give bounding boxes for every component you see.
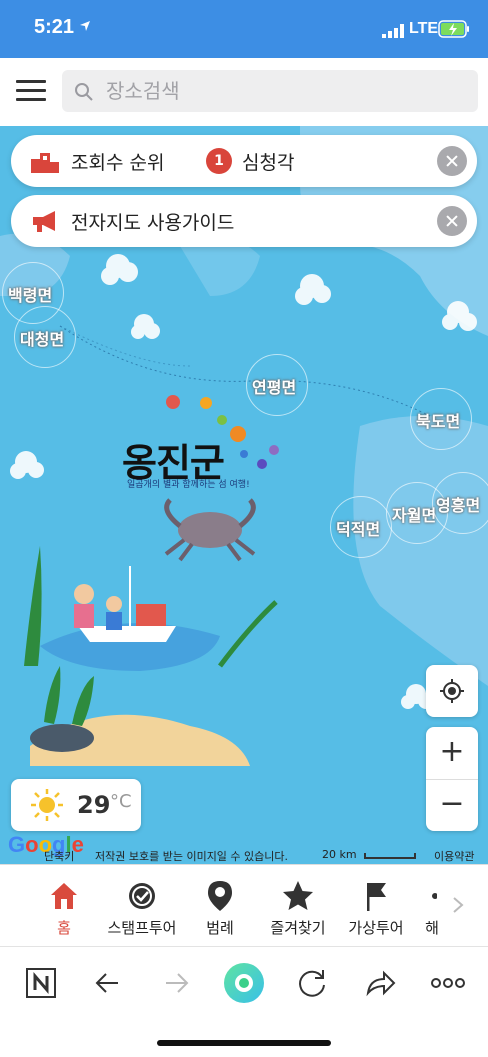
tab-label: 해 — [425, 919, 439, 937]
place-yeongheung[interactable]: 영흥면 — [436, 492, 480, 516]
map-view[interactable]: 조회수 순위 1 심청각 전자지도 사용가이드 백령면 대청면 연평면 북도면 … — [0, 126, 488, 864]
map-pin-icon — [208, 881, 232, 911]
scale-label: 20 km — [322, 848, 357, 861]
search-input[interactable] — [106, 76, 466, 106]
location-arrow-icon — [80, 21, 90, 31]
weather-widget[interactable]: 29 °C — [11, 779, 141, 831]
tab-label: 범례 — [206, 919, 234, 937]
star-icon — [283, 881, 313, 910]
search-header — [0, 58, 488, 126]
status-bar: 5:21 LTE — [0, 0, 488, 58]
close-guide-button[interactable] — [437, 206, 467, 236]
copyright-notice: 저작권 보호를 받는 이미지일 수 있습니다. — [95, 850, 289, 863]
place-daecheong[interactable]: 대청면 — [20, 326, 64, 350]
place-bukdo[interactable]: 북도면 — [416, 408, 460, 432]
temperature-value: 29 — [77, 791, 111, 819]
chevron-right-icon[interactable] — [448, 895, 468, 915]
signal-bars-icon — [382, 24, 404, 38]
home-icon — [51, 883, 77, 909]
battery-charging-icon — [438, 20, 469, 38]
terms-link[interactable]: 이용약관 — [434, 848, 474, 864]
n-logo-icon[interactable] — [22, 963, 62, 1003]
tab-label: 즐겨찾기 — [270, 919, 326, 937]
refresh-icon[interactable] — [292, 963, 332, 1003]
zoom-out-button[interactable]: − — [426, 779, 478, 831]
temperature-unit: °C — [110, 791, 132, 812]
tab-virtual-tour[interactable]: 가상투어 — [336, 879, 416, 938]
place-yeonpyeong[interactable]: 연평면 — [252, 374, 296, 398]
megaphone-icon — [33, 211, 55, 232]
guide-label: 전자지도 사용가이드 — [71, 212, 235, 234]
tab-label: 가상투어 — [348, 919, 404, 937]
tab-label: 홈 — [57, 919, 71, 937]
podium-ranking-icon — [31, 153, 59, 173]
county-subtitle: 일곱개의 별과 함께하는 섬 여행! — [127, 480, 250, 490]
stamp-badge-icon — [129, 883, 155, 909]
scale-bar — [364, 853, 416, 859]
tab-partial[interactable]: 해 — [412, 879, 452, 938]
ranked-place-name[interactable]: 심청각 — [242, 148, 294, 175]
flag-icon — [367, 883, 386, 911]
place-jawol[interactable]: 자월면 — [392, 502, 436, 526]
more-icon[interactable] — [428, 963, 468, 1003]
crosshair-location-icon — [440, 679, 464, 703]
share-icon[interactable] — [360, 963, 400, 1003]
zoom-in-button[interactable]: + — [426, 727, 478, 779]
guide-banner[interactable]: 전자지도 사용가이드 — [11, 195, 477, 247]
status-time: 5:21 — [34, 16, 75, 38]
place-baengnyeong[interactable]: 백령면 — [8, 282, 52, 306]
tab-home[interactable]: 홈 — [24, 879, 104, 938]
back-icon[interactable] — [88, 963, 128, 1003]
tab-legend[interactable]: 범례 — [180, 879, 260, 938]
home-indicator — [157, 1040, 331, 1046]
bottom-tab-bar: 홈 스탬프투어 범례 즐겨찾기 가상투어 해 — [0, 864, 488, 946]
place-deokjeok[interactable]: 덕적면 — [336, 516, 380, 540]
tab-label: 스탬프투어 — [107, 919, 177, 937]
ranking-banner[interactable]: 조회수 순위 1 심청각 — [11, 135, 477, 187]
search-box[interactable] — [62, 70, 478, 112]
sun-icon — [31, 789, 63, 821]
network-label: LTE — [409, 20, 439, 37]
search-icon — [75, 83, 93, 101]
hamburger-menu-icon[interactable] — [14, 76, 48, 106]
zoom-controls: + − — [426, 727, 478, 831]
tab-stamp-tour[interactable]: 스탬프투어 — [102, 879, 182, 938]
close-ranking-button[interactable] — [437, 146, 467, 176]
rank-number-badge: 1 — [206, 148, 232, 174]
keyboard-shortcuts-link[interactable]: 단축키 — [44, 848, 74, 864]
current-location-button[interactable] — [426, 665, 478, 717]
green-dot-icon[interactable] — [222, 961, 266, 1005]
forward-icon[interactable] — [156, 963, 196, 1003]
partial-icon — [432, 893, 437, 899]
ranking-label: 조회수 순위 — [71, 152, 165, 174]
tab-favorites[interactable]: 즐겨찾기 — [258, 879, 338, 938]
